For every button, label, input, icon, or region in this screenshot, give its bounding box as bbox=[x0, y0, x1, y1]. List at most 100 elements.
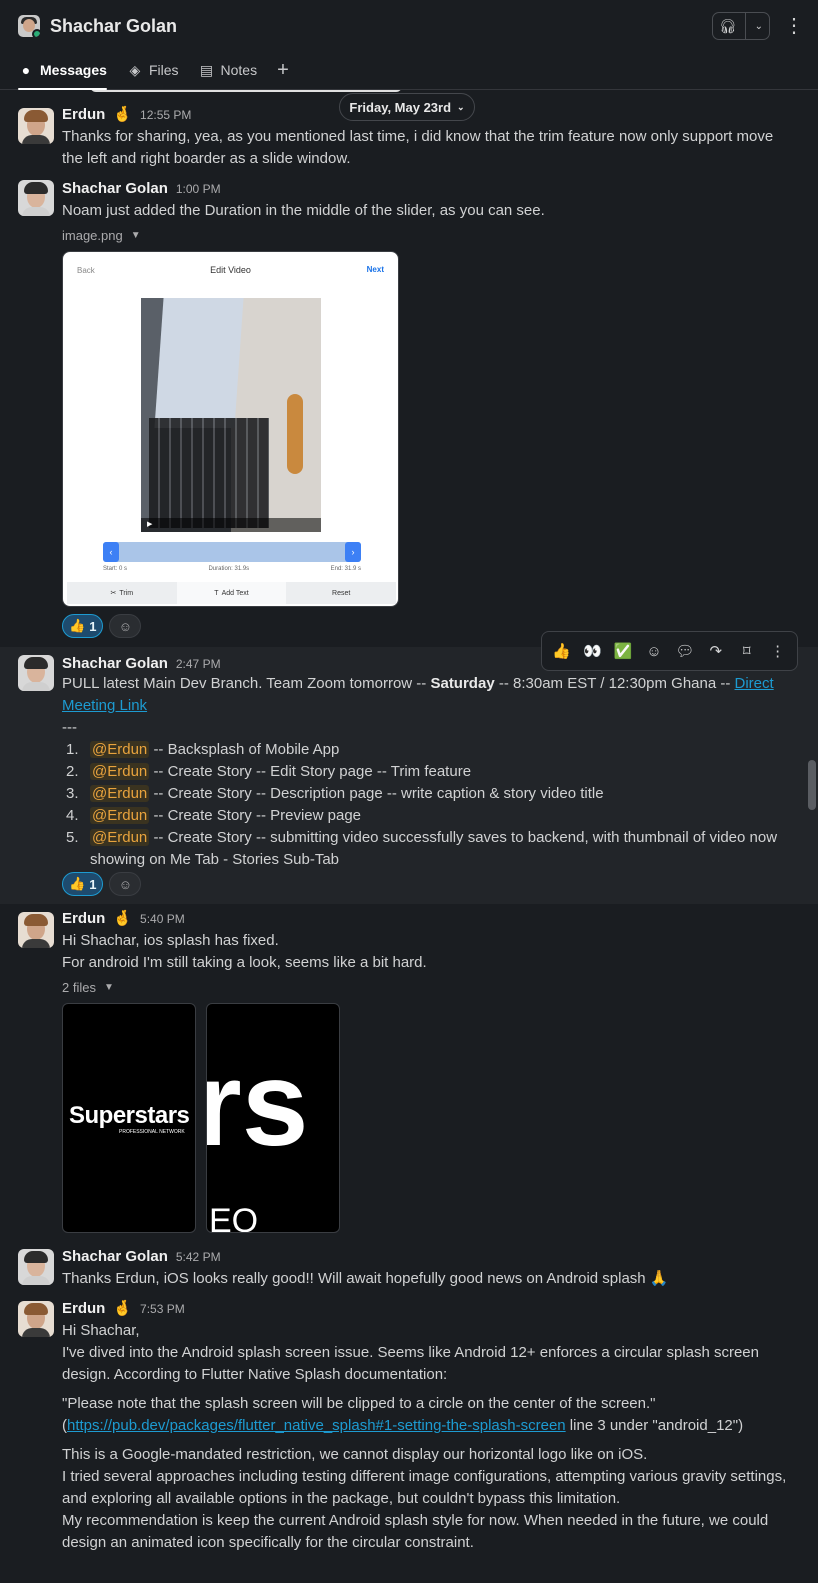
list-item: 1. @Erdun -- Backsplash of Mobile App bbox=[62, 739, 797, 761]
tab-messages[interactable]: ● Messages bbox=[18, 58, 107, 90]
thumbnail-logo-text: rs bbox=[206, 1037, 309, 1171]
image-text-reset: Reset bbox=[332, 589, 351, 597]
message-text: I've dived into the Android splash scree… bbox=[62, 1344, 759, 1383]
status-emoji: 🤞 bbox=[113, 910, 133, 927]
message[interactable]: Shachar Golan 5:42 PM Thanks Erdun, iOS … bbox=[0, 1244, 818, 1294]
channel-title: Shachar Golan bbox=[50, 15, 178, 36]
message-time[interactable]: 2:47 PM bbox=[176, 657, 221, 671]
message-time[interactable]: 7:53 PM bbox=[140, 1302, 185, 1316]
message-text: Hi Shachar, bbox=[62, 1322, 140, 1339]
reaction-emoji: 👍 bbox=[69, 618, 86, 633]
avatar[interactable] bbox=[18, 1301, 54, 1337]
add-reaction-icon: ☺ bbox=[118, 618, 133, 634]
dm-avatar bbox=[18, 15, 40, 37]
avatar[interactable] bbox=[18, 108, 54, 144]
huddle-button[interactable]: 🎧︎ ⌄ bbox=[712, 12, 770, 40]
image-attachment[interactable]: Back Edit Video Next ▶ ‹ › Start: 0 s Du… bbox=[62, 251, 399, 607]
date-divider[interactable]: Friday, May 23rd ⌄ bbox=[339, 93, 475, 121]
image-text-start: Start: 0 s bbox=[103, 566, 128, 572]
message-time[interactable]: 1:00 PM bbox=[176, 182, 221, 196]
user-mention[interactable]: @Erdun bbox=[90, 807, 150, 824]
text-icon: T bbox=[214, 589, 219, 597]
reaction-thumbs-up[interactable]: 👍 1 bbox=[62, 872, 104, 896]
chevron-left-icon: ‹ bbox=[103, 542, 119, 562]
tab-label: Files bbox=[148, 62, 179, 78]
forward-icon[interactable]: ↷ bbox=[703, 642, 729, 660]
message-time[interactable]: 12:55 PM bbox=[140, 108, 191, 122]
author-name[interactable]: Erdun bbox=[62, 910, 105, 927]
attachment-label[interactable]: 2 files ▼ bbox=[62, 980, 114, 995]
list-text: -- Create Story -- Edit Story page -- Tr… bbox=[153, 763, 472, 780]
status-emoji: 🤞 bbox=[113, 1300, 133, 1317]
author-name[interactable]: Shachar Golan bbox=[62, 180, 168, 197]
author-name[interactable]: Shachar Golan bbox=[62, 655, 168, 672]
image-text-trim: Trim bbox=[119, 589, 134, 597]
list-item: 5. @Erdun -- Create Story -- submitting v… bbox=[62, 827, 797, 871]
message-time[interactable]: 5:40 PM bbox=[140, 912, 185, 926]
text-fragment: line 3 under "android_12") bbox=[565, 1417, 744, 1434]
message[interactable]: Erdun 🤞 7:53 PM Hi Shachar, I've dived i… bbox=[0, 1296, 818, 1583]
user-mention[interactable]: @Erdun bbox=[90, 741, 150, 758]
video-preview: ▶ bbox=[141, 298, 321, 532]
message-text: Hi Shachar, ios splash has fixed. bbox=[62, 932, 279, 949]
channel-title-row[interactable]: Shachar Golan bbox=[18, 12, 177, 40]
author-name[interactable]: Shachar Golan bbox=[62, 1248, 168, 1265]
author-name[interactable]: Erdun bbox=[62, 1300, 105, 1317]
reaction-thumbs-up[interactable]: 👍 1 bbox=[62, 614, 104, 638]
image-text-add-text: Add Text bbox=[221, 589, 249, 597]
note-icon: ▤ bbox=[199, 61, 214, 78]
more-icon[interactable]: ⋮ bbox=[765, 642, 791, 660]
attachment-label[interactable]: image.png ▼ bbox=[62, 228, 141, 243]
caret-down-icon[interactable]: ▼ bbox=[104, 982, 114, 993]
channel-tabs: ● Messages ◈ Files ▤ Notes + bbox=[18, 58, 289, 90]
list-text: -- Create Story -- Description page -- w… bbox=[153, 785, 604, 802]
tab-label: Notes bbox=[220, 62, 258, 78]
image-thumbnail[interactable]: Superstars PROFESSIONAL NETWORK bbox=[62, 1003, 196, 1233]
add-reaction-button[interactable]: ☺ bbox=[109, 614, 142, 638]
image-thumbnail[interactable]: rs EO PRC bbox=[206, 1003, 340, 1233]
add-reaction-icon: ☺ bbox=[118, 876, 133, 892]
list-number: 2. bbox=[66, 763, 79, 780]
quick-reaction-check[interactable]: ✅ bbox=[610, 642, 636, 660]
tab-files[interactable]: ◈ Files bbox=[127, 58, 179, 82]
list-text: -- Create Story -- submitting video succ… bbox=[90, 829, 778, 868]
add-tab-button[interactable]: + bbox=[277, 58, 289, 82]
docs-link[interactable]: https://pub.dev/packages/flutter_native_… bbox=[67, 1417, 566, 1434]
quoted-text: "Please note that the splash screen will… bbox=[62, 1395, 656, 1412]
trim-slider: ‹ › bbox=[103, 542, 361, 562]
bookmark-icon[interactable]: ⌑ bbox=[734, 642, 760, 660]
user-mention[interactable]: @Erdun bbox=[90, 829, 150, 846]
plus-icon: + bbox=[277, 59, 289, 81]
quick-reaction-eyes[interactable]: 👀 bbox=[579, 642, 605, 660]
message[interactable]: Shachar Golan 2:47 PM PULL latest Main D… bbox=[0, 647, 818, 904]
user-mention[interactable]: @Erdun bbox=[90, 785, 150, 802]
message-text: Thanks Erdun, iOS looks really good!! Wi… bbox=[62, 1270, 669, 1287]
message-bubble-icon: ● bbox=[21, 62, 31, 78]
reaction-bar: 👍 1 ☺ bbox=[62, 614, 142, 638]
message-time[interactable]: 5:42 PM bbox=[176, 1250, 221, 1264]
add-reaction-icon[interactable]: ☺ bbox=[641, 643, 667, 660]
caret-down-icon[interactable]: ▼ bbox=[131, 230, 141, 241]
quick-reaction-thumbs-up[interactable]: 👍 bbox=[548, 642, 574, 660]
status-emoji: 🤞 bbox=[113, 106, 133, 123]
chevron-down-icon[interactable]: ⌄ bbox=[755, 21, 763, 32]
attachment-name: image.png bbox=[62, 228, 123, 243]
message-text: This is a Google-mandated restriction, w… bbox=[62, 1446, 648, 1463]
user-mention[interactable]: @Erdun bbox=[90, 763, 150, 780]
task-list: 1. @Erdun -- Backsplash of Mobile App 2. @… bbox=[62, 739, 797, 871]
reply-thread-icon[interactable]: 💬︎ bbox=[672, 642, 698, 660]
online-status-dot bbox=[32, 29, 40, 37]
avatar[interactable] bbox=[18, 912, 54, 948]
message-text: I tried several approaches including tes… bbox=[62, 1468, 787, 1507]
more-options-icon[interactable]: ⋮ bbox=[784, 16, 804, 36]
tab-notes[interactable]: ▤ Notes bbox=[199, 58, 258, 82]
video-controls: ▶ bbox=[141, 518, 321, 532]
author-name[interactable]: Erdun bbox=[62, 106, 105, 123]
scrollbar-thumb[interactable] bbox=[808, 760, 816, 810]
avatar[interactable] bbox=[18, 180, 54, 216]
avatar[interactable] bbox=[18, 1249, 54, 1285]
avatar[interactable] bbox=[18, 655, 54, 691]
list-number: 3. bbox=[66, 785, 79, 802]
thumbnail-subtitle: PROFESSIONAL NETWORK bbox=[119, 1129, 185, 1135]
add-reaction-button[interactable]: ☺ bbox=[109, 872, 142, 896]
